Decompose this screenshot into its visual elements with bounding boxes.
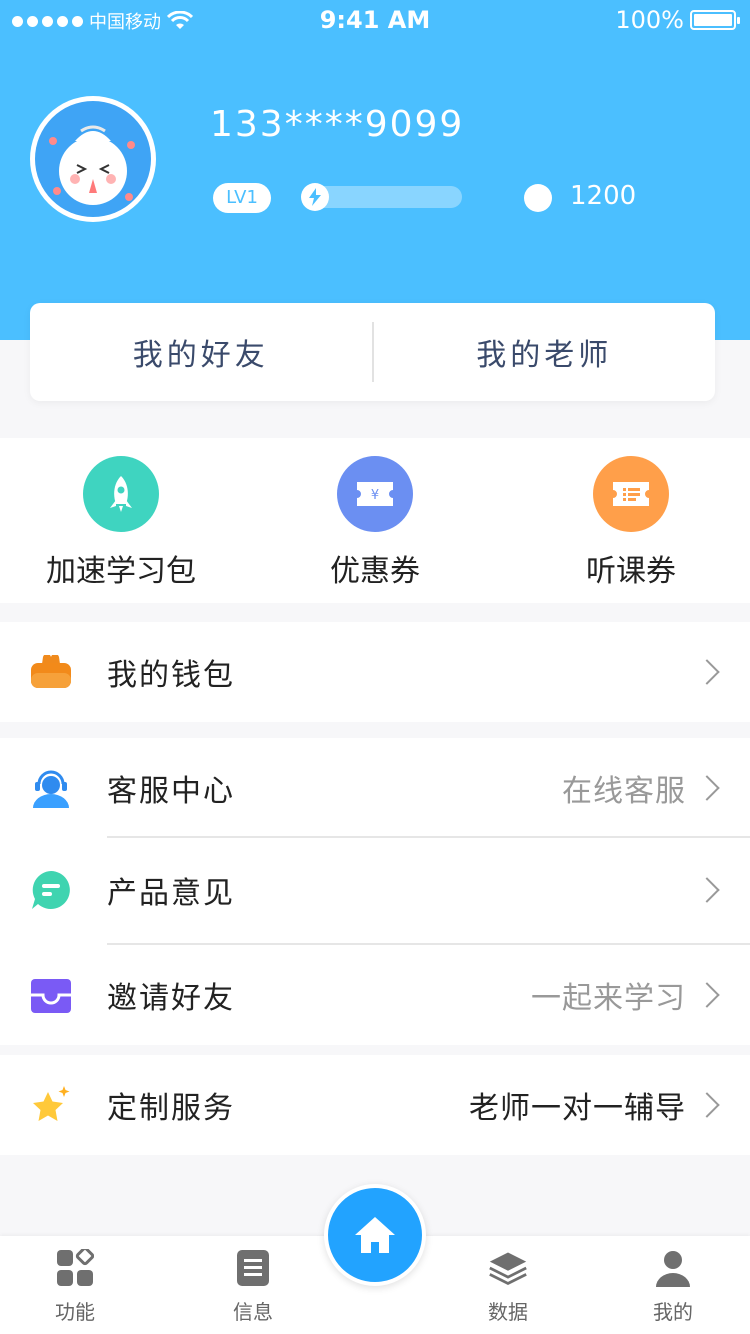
lightning-icon bbox=[301, 183, 329, 211]
home-button[interactable] bbox=[324, 1184, 426, 1286]
layers-icon bbox=[488, 1248, 528, 1288]
wallet-section: 我的钱包 bbox=[0, 622, 750, 722]
menu-row-wallet[interactable]: 我的钱包 bbox=[0, 622, 750, 722]
star-icon bbox=[30, 1084, 72, 1126]
quick-action-label: 听课券 bbox=[586, 554, 676, 589]
coin-count: 1200 bbox=[570, 181, 637, 211]
my-teachers-button[interactable]: 我的老师 bbox=[374, 330, 716, 374]
document-icon bbox=[233, 1248, 273, 1288]
avatar-bun-image bbox=[49, 125, 135, 205]
level-progress-bar bbox=[301, 183, 462, 211]
svg-text:¥: ¥ bbox=[371, 488, 379, 503]
quick-action-ticket[interactable]: 听课券 bbox=[531, 456, 731, 590]
menu-row-label: 我的钱包 bbox=[107, 658, 235, 693]
chevron-right-icon bbox=[694, 877, 720, 903]
inbox-icon bbox=[30, 974, 72, 1016]
quick-action-coupon[interactable]: ¥ 优惠券 bbox=[275, 456, 475, 590]
chevron-right-icon bbox=[694, 775, 720, 801]
friends-card: 我的好友 我的老师 bbox=[30, 303, 715, 401]
menu-row-value: 一起来学习 bbox=[531, 981, 686, 1016]
grid-icon bbox=[55, 1248, 95, 1288]
menu-row-label: 定制服务 bbox=[107, 1091, 235, 1126]
tab-messages[interactable]: 信息 bbox=[193, 1248, 313, 1325]
my-friends-button[interactable]: 我的好友 bbox=[30, 330, 372, 374]
tab-functions[interactable]: 功能 bbox=[15, 1248, 135, 1325]
home-icon bbox=[355, 1217, 395, 1253]
ticket-icon bbox=[593, 456, 669, 532]
menu-row-label: 产品意见 bbox=[107, 876, 235, 911]
battery-status: 100% bbox=[615, 6, 740, 34]
chevron-right-icon bbox=[694, 1092, 720, 1118]
chevron-right-icon bbox=[694, 659, 720, 685]
feedback-icon bbox=[30, 869, 72, 911]
tab-label: 功能 bbox=[55, 1300, 95, 1324]
rocket-icon bbox=[83, 456, 159, 532]
row-divider bbox=[107, 836, 750, 838]
coupon-icon: ¥ bbox=[337, 456, 413, 532]
service-section: 客服中心 在线客服 产品意见 邀请好友 一起来学习 bbox=[0, 738, 750, 1045]
menu-row-service[interactable]: 客服中心 在线客服 bbox=[0, 738, 750, 838]
quick-action-study-pack[interactable]: 加速学习包 bbox=[21, 456, 221, 590]
tab-label: 信息 bbox=[233, 1300, 273, 1324]
coin-icon bbox=[524, 184, 552, 212]
level-badge: LV1 bbox=[213, 183, 271, 213]
menu-row-custom[interactable]: 定制服务 老师一对一辅导 bbox=[0, 1055, 750, 1155]
menu-row-value: 老师一对一辅导 bbox=[469, 1091, 686, 1126]
chevron-right-icon bbox=[694, 982, 720, 1008]
tab-data[interactable]: 数据 bbox=[448, 1248, 568, 1325]
customer-service-icon bbox=[30, 767, 72, 809]
tab-label: 我的 bbox=[653, 1300, 693, 1324]
tab-me[interactable]: 我的 bbox=[613, 1248, 733, 1325]
menu-row-label: 客服中心 bbox=[107, 774, 235, 809]
menu-row-value: 在线客服 bbox=[562, 774, 686, 809]
quick-actions: 加速学习包 ¥ 优惠券 听课券 bbox=[0, 438, 750, 603]
person-icon bbox=[653, 1248, 693, 1288]
status-bar: 中国移动 9:41 AM 100% bbox=[0, 0, 750, 40]
avatar[interactable] bbox=[30, 96, 156, 222]
menu-row-feedback[interactable]: 产品意见 bbox=[0, 840, 750, 940]
tab-label: 数据 bbox=[488, 1300, 528, 1324]
battery-icon bbox=[690, 10, 740, 30]
battery-percent: 100% bbox=[615, 6, 684, 34]
quick-action-label: 优惠券 bbox=[330, 554, 420, 589]
quick-action-label: 加速学习包 bbox=[46, 554, 196, 589]
wallet-icon bbox=[30, 651, 72, 693]
custom-section: 定制服务 老师一对一辅导 bbox=[0, 1055, 750, 1155]
menu-row-invite[interactable]: 邀请好友 一起来学习 bbox=[0, 945, 750, 1045]
menu-row-label: 邀请好友 bbox=[107, 981, 235, 1016]
phone-number: 133****9099 bbox=[210, 104, 465, 145]
